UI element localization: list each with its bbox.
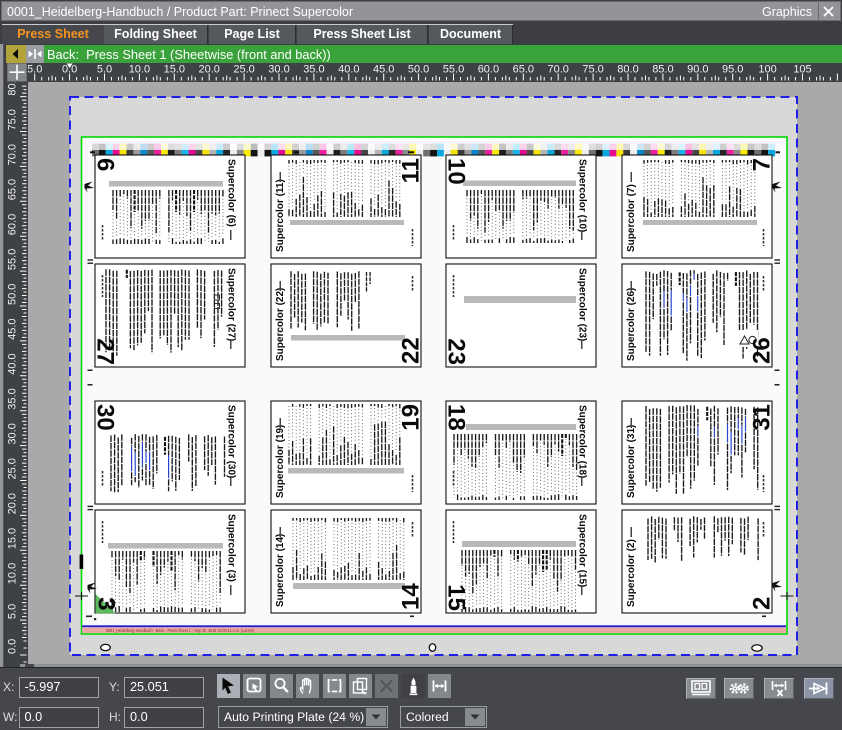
svg-text:Supercolor (30): Supercolor (30) bbox=[226, 405, 237, 478]
svg-text:30.0: 30.0 bbox=[268, 64, 289, 76]
svg-text:5.0: 5.0 bbox=[27, 64, 42, 76]
svg-text:3: 3 bbox=[93, 597, 120, 610]
svg-text:25.0: 25.0 bbox=[7, 458, 19, 479]
svg-text:5.0: 5.0 bbox=[7, 604, 19, 619]
svg-text:Supercolor (27): Supercolor (27) bbox=[226, 268, 237, 341]
svg-text:75.0: 75.0 bbox=[7, 109, 19, 130]
svg-text:Supercolor (6): Supercolor (6) bbox=[226, 159, 237, 227]
svg-text:30.0: 30.0 bbox=[7, 423, 19, 444]
svg-text:35.0: 35.0 bbox=[303, 64, 324, 76]
svg-text:Supercolor (11): Supercolor (11) bbox=[275, 179, 286, 252]
svg-text:40.0: 40.0 bbox=[7, 353, 19, 374]
svg-text:60.0: 60.0 bbox=[478, 64, 499, 76]
svg-text:22: 22 bbox=[398, 337, 425, 364]
svg-text:Supercolor (10): Supercolor (10) bbox=[577, 159, 588, 232]
svg-text:20.0: 20.0 bbox=[198, 64, 219, 76]
svg-text:23: 23 bbox=[443, 338, 470, 365]
svg-text:30: 30 bbox=[92, 404, 119, 431]
svg-text:Supercolor (23): Supercolor (23) bbox=[577, 268, 588, 341]
svg-text:Supercolor (15): Supercolor (15) bbox=[577, 514, 588, 587]
svg-text:35.0: 35.0 bbox=[7, 388, 19, 409]
svg-text:90.0: 90.0 bbox=[687, 64, 708, 76]
svg-text:11: 11 bbox=[398, 158, 425, 183]
svg-text:85.0: 85.0 bbox=[652, 64, 673, 76]
svg-text:70.0: 70.0 bbox=[7, 144, 19, 165]
svg-text:Supercolor (31): Supercolor (31) bbox=[626, 425, 637, 498]
svg-text:26: 26 bbox=[749, 337, 776, 364]
svg-text:55.0: 55.0 bbox=[443, 64, 464, 76]
svg-text:Supercolor (18): Supercolor (18) bbox=[577, 405, 588, 478]
svg-text:45.0: 45.0 bbox=[7, 318, 19, 339]
svg-text:20.0: 20.0 bbox=[7, 493, 19, 514]
svg-text:15.0: 15.0 bbox=[7, 528, 19, 549]
svg-text:7: 7 bbox=[749, 158, 776, 171]
svg-text:10.0: 10.0 bbox=[129, 64, 150, 76]
svg-text:6: 6 bbox=[92, 158, 119, 171]
svg-text:105: 105 bbox=[793, 64, 811, 76]
svg-text:10: 10 bbox=[443, 158, 470, 185]
svg-text:Supercolor (22): Supercolor (22) bbox=[275, 288, 286, 361]
svg-text:18: 18 bbox=[443, 404, 470, 431]
svg-text:27: 27 bbox=[92, 338, 119, 365]
svg-text:95.0: 95.0 bbox=[722, 64, 743, 76]
svg-text:60.0: 60.0 bbox=[7, 214, 19, 235]
svg-text:55.0: 55.0 bbox=[7, 249, 19, 270]
svg-text:Supercolor (14): Supercolor (14) bbox=[275, 534, 286, 607]
svg-text:0001_Heidelberg-Handbuch - Bac: 0001_Heidelberg-Handbuch - Back - Press … bbox=[106, 628, 254, 633]
svg-text:50.0: 50.0 bbox=[408, 64, 429, 76]
svg-text:80.0: 80.0 bbox=[617, 64, 638, 76]
svg-text:2: 2 bbox=[749, 597, 776, 610]
svg-text:Supercolor (19): Supercolor (19) bbox=[275, 425, 286, 498]
svg-text:65.0: 65.0 bbox=[7, 179, 19, 200]
svg-text:Supercolor (7): Supercolor (7) bbox=[626, 184, 637, 252]
svg-text:Supercolor (26): Supercolor (26) bbox=[626, 288, 637, 361]
svg-text:40.0: 40.0 bbox=[338, 64, 359, 76]
svg-text:70.0: 70.0 bbox=[547, 64, 568, 76]
svg-text:50.0: 50.0 bbox=[7, 284, 19, 305]
svg-text:25.0: 25.0 bbox=[233, 64, 254, 76]
svg-text:Supercolor (2): Supercolor (2) bbox=[626, 539, 637, 607]
svg-text:14: 14 bbox=[398, 583, 425, 610]
svg-text:100: 100 bbox=[758, 64, 776, 76]
svg-text:65.0: 65.0 bbox=[513, 64, 534, 76]
svg-text:Supercolor (3): Supercolor (3) bbox=[226, 514, 237, 582]
svg-text:15.0: 15.0 bbox=[164, 64, 185, 76]
svg-text:75.0: 75.0 bbox=[582, 64, 603, 76]
svg-text:31: 31 bbox=[749, 404, 776, 431]
svg-text:0.0: 0.0 bbox=[7, 639, 19, 654]
svg-text:10.0: 10.0 bbox=[7, 563, 19, 584]
svg-text:19: 19 bbox=[398, 404, 425, 431]
svg-text:45.0: 45.0 bbox=[373, 64, 394, 76]
svg-text:5.0: 5.0 bbox=[97, 64, 112, 76]
svg-text:15: 15 bbox=[443, 584, 470, 611]
